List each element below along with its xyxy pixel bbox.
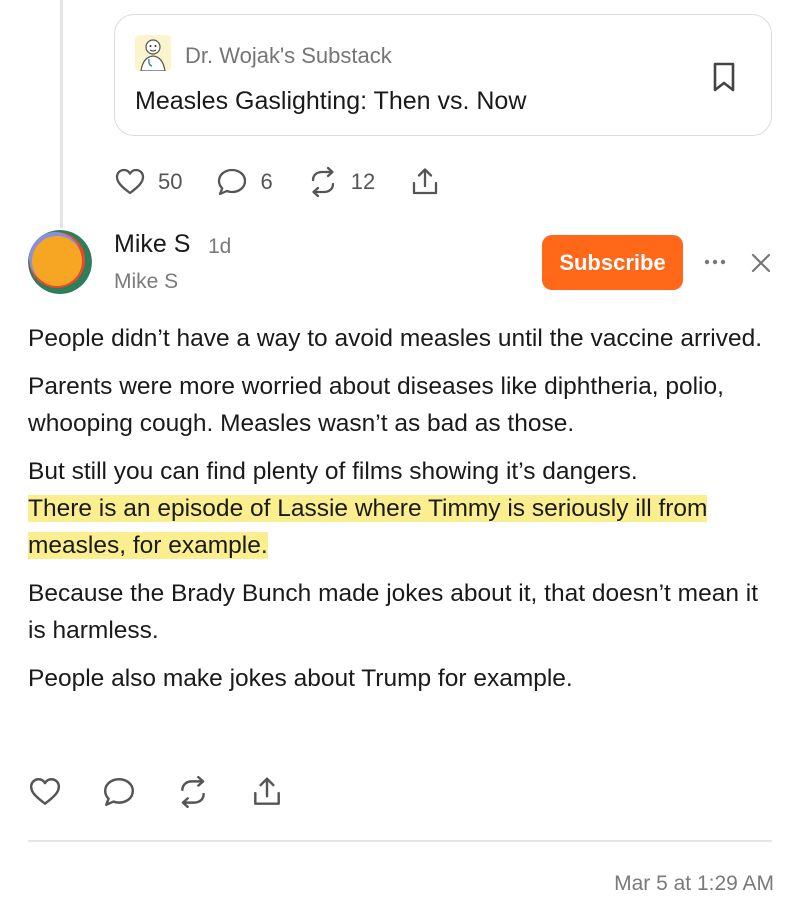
comment-icon <box>218 168 247 196</box>
comment-timestamp: Mar 5 at 1:29 AM <box>614 872 774 895</box>
highlighted-text: There is an episode of Lassie where Timm… <box>28 495 708 559</box>
comment-button[interactable]: 6 <box>216 166 273 198</box>
comment-paragraph: People didn’t have a way to avoid measle… <box>28 325 763 352</box>
comment-paragraph: But still you can find plenty of films s… <box>28 453 768 564</box>
restack-icon <box>311 166 334 198</box>
thread-line <box>60 0 63 228</box>
post-action-row: 50 6 12 <box>114 162 475 202</box>
share-icon <box>413 168 438 195</box>
share-button[interactable] <box>409 166 441 198</box>
heart-icon <box>115 168 145 195</box>
comment-time: 1d <box>208 235 232 258</box>
comment-body: People didn’t have a way to avoid measle… <box>28 320 768 708</box>
bookmark-icon[interactable] <box>711 61 737 93</box>
comment-count: 6 <box>260 169 273 194</box>
embedded-post-title[interactable]: Measles Gaslighting: Then vs. Now <box>135 87 526 116</box>
comment-text: But still you can find plenty of films s… <box>28 458 638 485</box>
comment-paragraph: Parents were more worried about diseases… <box>28 373 724 437</box>
subscribe-button[interactable]: Subscribe <box>542 235 683 290</box>
embedded-post-card[interactable]: Dr. Wojak's Substack Measles Gaslighting… <box>114 14 772 136</box>
comment-paragraph: People also make jokes about Trump for e… <box>28 665 573 692</box>
like-button[interactable]: 50 <box>114 166 182 198</box>
avatar[interactable] <box>28 230 92 294</box>
comment-icon[interactable] <box>102 775 136 809</box>
restack-icon[interactable] <box>176 775 210 809</box>
divider <box>28 840 772 842</box>
restack-count: 12 <box>350 169 376 194</box>
comment-author-handle[interactable]: Mike S <box>114 270 178 294</box>
comment-action-row <box>28 772 324 812</box>
publication-name: Dr. Wojak's Substack <box>185 43 392 68</box>
close-icon[interactable] <box>748 250 774 276</box>
comment-author-name[interactable]: Mike S <box>114 230 190 259</box>
heart-icon[interactable] <box>28 775 62 809</box>
restack-button[interactable]: 12 <box>307 166 375 198</box>
comment-paragraph: Because the Brady Bunch made jokes about… <box>28 580 758 644</box>
more-options-icon[interactable] <box>702 252 728 272</box>
like-count: 50 <box>158 169 183 194</box>
publication-logo-icon <box>135 35 171 72</box>
share-icon[interactable] <box>250 775 284 809</box>
